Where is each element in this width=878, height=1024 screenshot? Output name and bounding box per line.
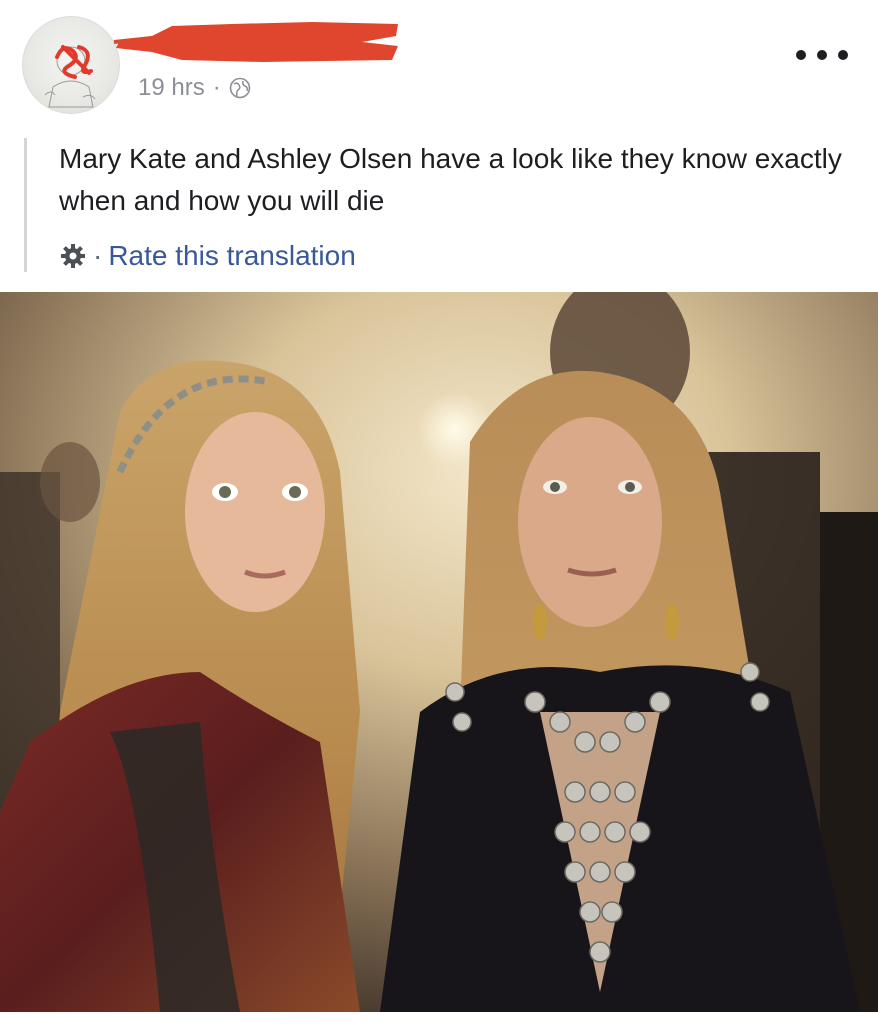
more-dot-icon	[817, 50, 827, 60]
post-meta: 19 hrs ·	[138, 74, 251, 102]
meta-separator: ·	[212, 74, 221, 101]
avatar-drawing-icon	[44, 45, 96, 108]
translation-block: Mary Kate and Ashley Olsen have a look l…	[24, 138, 859, 272]
more-options-button[interactable]	[796, 44, 848, 66]
timestamp[interactable]: 19 hrs	[138, 74, 205, 102]
post-card: 19 hrs · Mary Kate and Ashley Olsen have…	[0, 0, 878, 1024]
translation-rating-row: · Rate this translation	[59, 240, 859, 272]
more-dot-icon	[796, 50, 806, 60]
translation-separator: ·	[93, 240, 103, 271]
globe-icon	[229, 77, 251, 99]
rate-translation-link[interactable]: Rate this translation	[108, 240, 355, 272]
post-photo[interactable]	[0, 292, 878, 1012]
avatar[interactable]	[22, 16, 120, 114]
gear-icon[interactable]	[59, 242, 87, 270]
more-dot-icon	[838, 50, 848, 60]
redacted-name	[113, 22, 398, 62]
post-text: Mary Kate and Ashley Olsen have a look l…	[59, 143, 842, 216]
photo-two-women	[0, 292, 878, 1012]
